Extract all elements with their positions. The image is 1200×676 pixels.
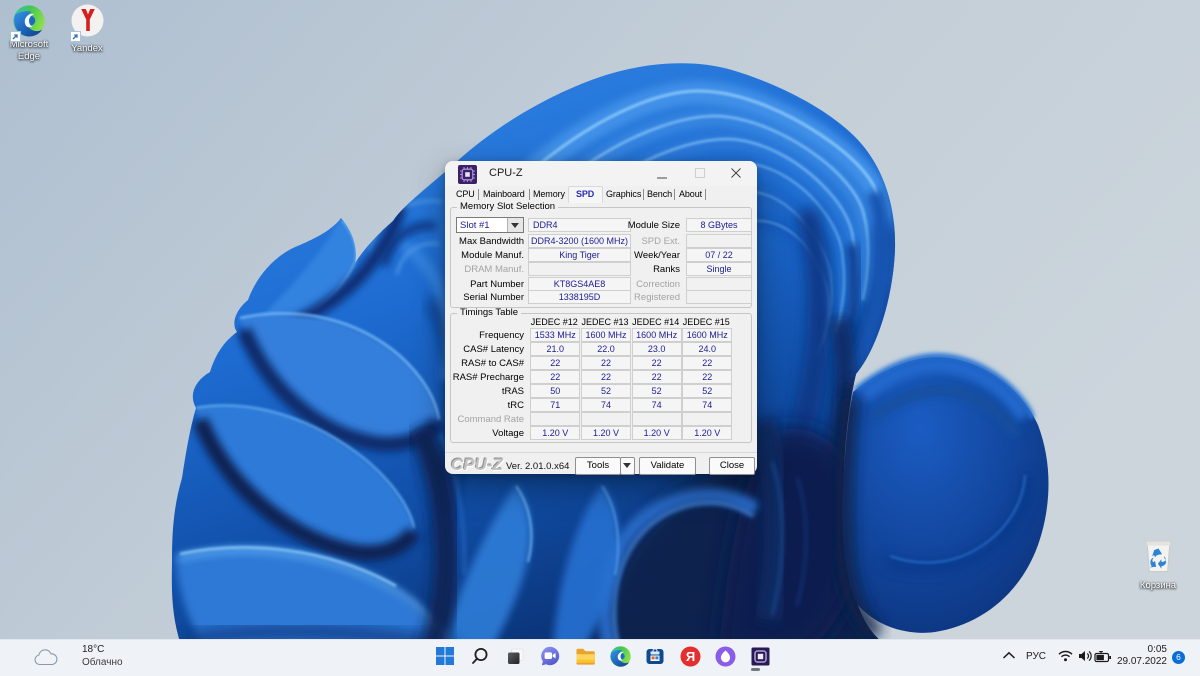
svg-text:Я: Я [686,649,695,664]
